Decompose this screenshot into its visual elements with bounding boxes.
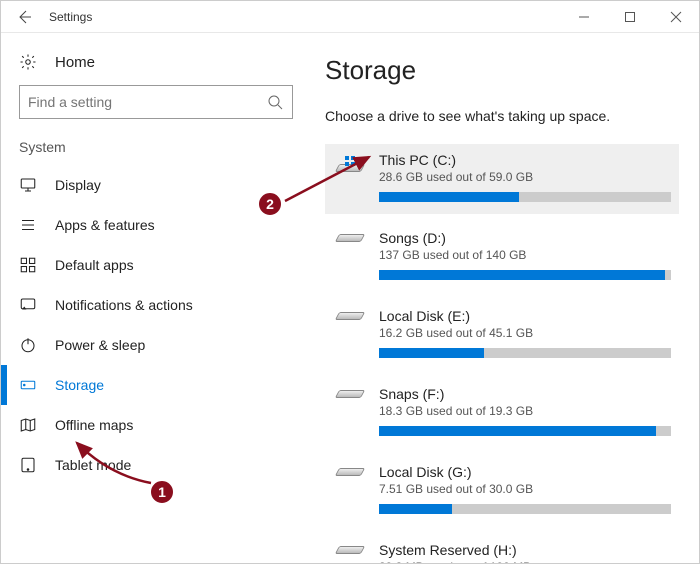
drive-icon — [333, 542, 367, 554]
sidebar-item-default-apps[interactable]: Default apps — [1, 245, 311, 285]
usage-bar — [379, 504, 671, 514]
drive-usage: 7.51 GB used out of 30.0 GB — [379, 482, 671, 496]
gear-icon — [19, 53, 37, 71]
sidebar-item-label: Default apps — [55, 257, 134, 273]
drive-usage: 89.3 MB used out of 100 MB — [379, 560, 671, 563]
sidebar-item-offline-maps[interactable]: Offline maps — [1, 405, 311, 445]
usage-bar — [379, 192, 671, 202]
drive-body: System Reserved (H:) 89.3 MB used out of… — [379, 542, 671, 563]
maps-icon — [19, 416, 37, 434]
sidebar-item-label: Display — [55, 177, 101, 193]
apps-icon — [19, 216, 37, 234]
sidebar-item-notifications[interactable]: Notifications & actions — [1, 285, 311, 325]
search-box[interactable] — [19, 85, 293, 119]
usage-bar — [379, 270, 671, 280]
display-icon — [19, 176, 37, 194]
drive-title: Local Disk (G:) — [379, 464, 671, 480]
drive-usage: 137 GB used out of 140 GB — [379, 248, 671, 262]
usage-fill — [379, 426, 656, 436]
usage-fill — [379, 348, 484, 358]
sidebar-item-label: Notifications & actions — [55, 297, 193, 313]
page-title: Storage — [325, 55, 679, 86]
window-controls — [561, 1, 699, 33]
windows-logo-icon — [345, 156, 355, 166]
sidebar-item-label: Storage — [55, 377, 104, 393]
drive-body: This PC (C:) 28.6 GB used out of 59.0 GB — [379, 152, 671, 202]
sidebar-item-label: Power & sleep — [55, 337, 145, 353]
drive-title: System Reserved (H:) — [379, 542, 671, 558]
close-button[interactable] — [653, 1, 699, 33]
drive-item-d[interactable]: Songs (D:) 137 GB used out of 140 GB — [325, 222, 679, 292]
body: Home System Display Apps & features — [1, 33, 699, 563]
drive-title: Songs (D:) — [379, 230, 671, 246]
power-icon — [19, 336, 37, 354]
drive-icon — [333, 230, 367, 242]
hdd-icon — [335, 546, 365, 554]
drive-item-e[interactable]: Local Disk (E:) 16.2 GB used out of 45.1… — [325, 300, 679, 370]
usage-fill — [379, 270, 665, 280]
annotation-step-1: 1 — [149, 479, 175, 505]
default-apps-icon — [19, 256, 37, 274]
window-title: Settings — [47, 10, 561, 24]
hdd-icon — [335, 312, 365, 320]
drive-icon — [333, 464, 367, 476]
minimize-button[interactable] — [561, 1, 607, 33]
drive-title: Local Disk (E:) — [379, 308, 671, 324]
drive-title: This PC (C:) — [379, 152, 671, 168]
sidebar-item-storage[interactable]: Storage — [1, 365, 311, 405]
sidebar-item-label: Apps & features — [55, 217, 155, 233]
titlebar: Settings — [1, 1, 699, 33]
selection-indicator — [1, 365, 7, 405]
search-input[interactable] — [28, 94, 266, 110]
maximize-button[interactable] — [607, 1, 653, 33]
drive-usage: 16.2 GB used out of 45.1 GB — [379, 326, 671, 340]
drive-usage: 18.3 GB used out of 19.3 GB — [379, 404, 671, 418]
sidebar-item-label: Offline maps — [55, 417, 133, 433]
usage-bar — [379, 426, 671, 436]
drive-body: Snaps (F:) 18.3 GB used out of 19.3 GB — [379, 386, 671, 436]
home-nav[interactable]: Home — [1, 47, 311, 85]
drive-body: Songs (D:) 137 GB used out of 140 GB — [379, 230, 671, 280]
back-button[interactable] — [1, 1, 47, 33]
drive-item-g[interactable]: Local Disk (G:) 7.51 GB used out of 30.0… — [325, 456, 679, 526]
tablet-icon — [19, 456, 37, 474]
hdd-icon — [335, 390, 365, 398]
settings-window: Settings Home — [0, 0, 700, 564]
usage-fill — [379, 192, 519, 202]
drive-item-h[interactable]: System Reserved (H:) 89.3 MB used out of… — [325, 534, 679, 563]
drive-item-c[interactable]: This PC (C:) 28.6 GB used out of 59.0 GB — [325, 144, 679, 214]
main-panel: Storage Choose a drive to see what's tak… — [311, 33, 699, 563]
storage-icon — [19, 376, 37, 394]
search-icon — [266, 94, 284, 110]
drive-item-f[interactable]: Snaps (F:) 18.3 GB used out of 19.3 GB — [325, 378, 679, 448]
drive-usage: 28.6 GB used out of 59.0 GB — [379, 170, 671, 184]
sidebar-item-power[interactable]: Power & sleep — [1, 325, 311, 365]
group-label: System — [1, 139, 311, 165]
sidebar-item-label: Tablet mode — [55, 457, 131, 473]
usage-bar — [379, 348, 671, 358]
home-label: Home — [55, 54, 95, 71]
page-subtitle: Choose a drive to see what's taking up s… — [325, 108, 679, 124]
drive-icon — [333, 152, 367, 172]
drive-icon — [333, 386, 367, 398]
drive-title: Snaps (F:) — [379, 386, 671, 402]
drive-icon — [333, 308, 367, 320]
notifications-icon — [19, 296, 37, 314]
hdd-icon — [335, 234, 365, 242]
drive-body: Local Disk (G:) 7.51 GB used out of 30.0… — [379, 464, 671, 514]
drive-body: Local Disk (E:) 16.2 GB used out of 45.1… — [379, 308, 671, 358]
usage-fill — [379, 504, 452, 514]
annotation-step-2: 2 — [257, 191, 283, 217]
hdd-icon — [335, 468, 365, 476]
